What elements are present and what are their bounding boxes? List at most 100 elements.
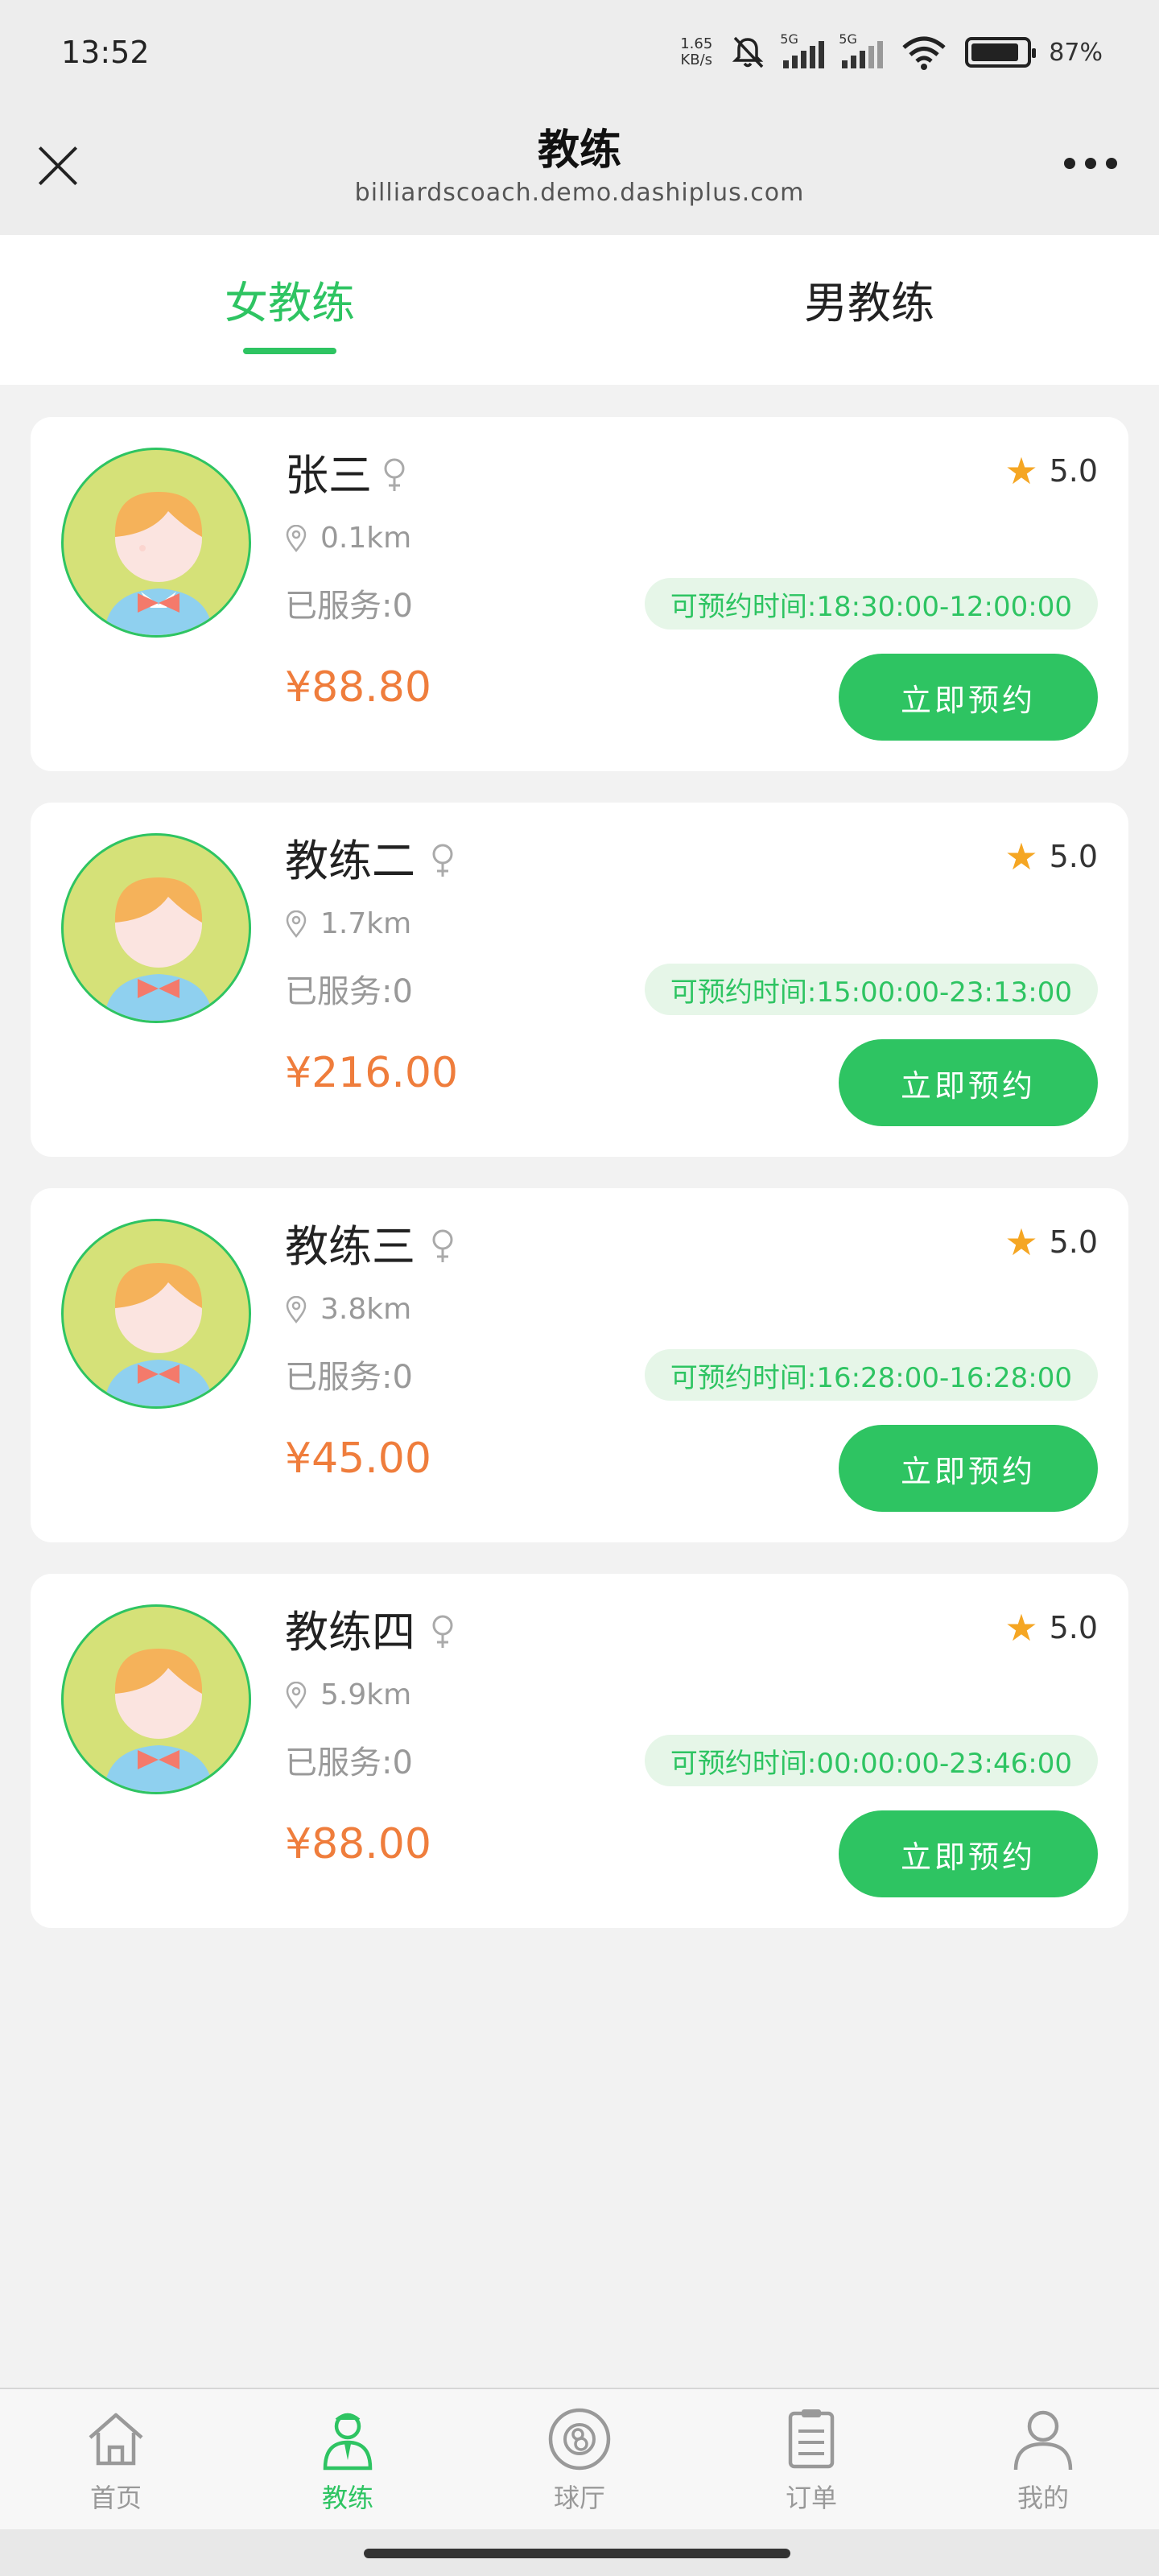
status-time: 13:52 bbox=[61, 35, 150, 70]
rating: ★ 5.0 bbox=[1004, 452, 1098, 489]
available-time-badge: 可预约时间:18:30:00-12:00:00 bbox=[644, 578, 1098, 630]
coach-card[interactable]: 教练四 ★ 5.0 5.9km 已服务:0 可预约时间:00:00:00-23:… bbox=[31, 1574, 1128, 1928]
coach-icon bbox=[323, 2413, 373, 2471]
profile-icon bbox=[1013, 2410, 1073, 2471]
page-url: billiardscoach.demo.dashiplus.com bbox=[354, 179, 805, 207]
served-count: 已服务:0 bbox=[285, 588, 413, 625]
rating: ★ 5.0 bbox=[1004, 838, 1098, 875]
home-indicator[interactable] bbox=[364, 2549, 790, 2558]
nav-label-home: 首页 bbox=[89, 2483, 142, 2513]
coach-name: 张三 bbox=[285, 450, 372, 501]
avatar-illustration-icon bbox=[104, 877, 213, 1021]
network-speed-value: 1.65 bbox=[680, 35, 713, 52]
wifi-icon bbox=[902, 36, 946, 70]
page-title: 教练 bbox=[537, 126, 621, 175]
nav-header: 教练 billiardscoach.demo.dashiplus.com bbox=[0, 105, 1159, 235]
distance: 3.8km bbox=[285, 1293, 411, 1326]
avatar-illustration-icon bbox=[104, 492, 213, 635]
active-tab-indicator bbox=[243, 348, 336, 354]
coach-card[interactable]: 张三 ★ 5.0 0.1km 已服务:0 可预约时间:18:30:00-12:0… bbox=[31, 417, 1128, 771]
coach-card[interactable]: 教练二 ★ 5.0 1.7km 已服务:0 可预约时间:15:00:00-23:… bbox=[31, 803, 1128, 1157]
gender-tabs: 女教练 男教练 bbox=[0, 235, 1159, 385]
tab-male-coaches[interactable]: 男教练 bbox=[580, 235, 1159, 385]
distance-value: 0.1km bbox=[320, 522, 412, 555]
avatar-illustration-icon bbox=[104, 1649, 213, 1792]
coach-name: 教练三 bbox=[285, 1221, 415, 1272]
location-pin-icon bbox=[286, 524, 307, 552]
avatar bbox=[61, 1604, 251, 1794]
avatar bbox=[61, 1219, 251, 1409]
female-icon bbox=[432, 844, 453, 877]
rating-value: 5.0 bbox=[1049, 839, 1098, 874]
female-icon bbox=[384, 458, 405, 491]
battery-percent-value: 87 bbox=[1049, 38, 1080, 67]
avatar bbox=[61, 833, 251, 1023]
more-options-button[interactable] bbox=[1064, 158, 1117, 169]
billiard-ball-icon bbox=[548, 2408, 611, 2471]
rating-value: 5.0 bbox=[1049, 1610, 1098, 1645]
book-now-button[interactable]: 立即预约 bbox=[839, 1810, 1098, 1897]
distance: 0.1km bbox=[285, 522, 411, 555]
distance: 5.9km bbox=[285, 1678, 411, 1711]
distance-value: 1.7km bbox=[320, 907, 412, 940]
served-count: 已服务:0 bbox=[285, 1744, 413, 1781]
tab-female-label: 女教练 bbox=[225, 278, 355, 328]
signal-2-label: 5G bbox=[839, 31, 857, 47]
rating-value: 5.0 bbox=[1049, 1224, 1098, 1260]
mute-bell-icon bbox=[732, 36, 764, 68]
distance: 1.7km bbox=[285, 907, 411, 940]
star-icon: ★ bbox=[1004, 835, 1038, 878]
price: ¥216.00 bbox=[285, 1049, 459, 1097]
book-now-button[interactable]: 立即预约 bbox=[839, 654, 1098, 741]
home-icon bbox=[89, 2413, 143, 2466]
signal-1-label: 5G bbox=[780, 31, 798, 47]
price: ¥45.00 bbox=[285, 1435, 431, 1483]
nav-item-mine[interactable]: 我的 bbox=[927, 2389, 1159, 2529]
status-icons: 1.65 KB/s 5G 5G 87% bbox=[680, 31, 1103, 70]
tab-male-label: 男教练 bbox=[804, 278, 934, 328]
served-count: 已服务:0 bbox=[285, 1359, 413, 1396]
nav-item-orders[interactable]: 订单 bbox=[695, 2389, 927, 2529]
price: ¥88.80 bbox=[285, 663, 431, 712]
star-icon: ★ bbox=[1004, 1220, 1038, 1264]
battery-icon bbox=[965, 37, 1037, 68]
nav-item-coach[interactable]: 教练 bbox=[232, 2389, 464, 2529]
book-now-button[interactable]: 立即预约 bbox=[839, 1039, 1098, 1126]
distance-value: 5.9km bbox=[320, 1678, 412, 1711]
star-icon: ★ bbox=[1004, 449, 1038, 493]
available-time-badge: 可预约时间:00:00:00-23:46:00 bbox=[644, 1735, 1098, 1786]
rating: ★ 5.0 bbox=[1004, 1224, 1098, 1261]
coach-card[interactable]: 教练三 ★ 5.0 3.8km 已服务:0 可预约时间:16:28:00-16:… bbox=[31, 1188, 1128, 1542]
bottom-nav: 首页 教练 球厅 订单 我的 bbox=[0, 2388, 1159, 2529]
avatar-illustration-icon bbox=[104, 1263, 213, 1406]
location-pin-icon bbox=[286, 910, 307, 938]
location-pin-icon bbox=[286, 1681, 307, 1709]
signal-5g-2-icon: 5G bbox=[839, 31, 884, 68]
available-time-badge: 可预约时间:15:00:00-23:13:00 bbox=[644, 964, 1098, 1015]
nav-label-coach: 教练 bbox=[321, 2483, 373, 2513]
rating: ★ 5.0 bbox=[1004, 1609, 1098, 1646]
network-speed: 1.65 KB/s bbox=[680, 36, 712, 68]
battery-percent: 87% bbox=[1049, 38, 1103, 67]
nav-item-hall[interactable]: 球厅 bbox=[464, 2389, 695, 2529]
tab-female-coaches[interactable]: 女教练 bbox=[0, 235, 580, 385]
female-icon bbox=[432, 1615, 453, 1648]
nav-item-home[interactable]: 首页 bbox=[0, 2389, 232, 2529]
coach-name: 教练四 bbox=[285, 1607, 415, 1657]
nav-label-mine: 我的 bbox=[1017, 2483, 1069, 2513]
distance-value: 3.8km bbox=[320, 1293, 412, 1326]
served-count: 已服务:0 bbox=[285, 973, 413, 1010]
location-pin-icon bbox=[286, 1295, 307, 1323]
status-bar: 13:52 1.65 KB/s 5G 5G 87% bbox=[0, 0, 1159, 105]
nav-label-hall: 球厅 bbox=[553, 2483, 605, 2513]
order-list-icon bbox=[788, 2409, 835, 2469]
avatar bbox=[61, 448, 251, 638]
coach-list: 张三 ★ 5.0 0.1km 已服务:0 可预约时间:18:30:00-12:0… bbox=[31, 417, 1128, 1959]
female-icon bbox=[432, 1229, 453, 1262]
book-now-button[interactable]: 立即预约 bbox=[839, 1425, 1098, 1512]
signal-5g-1-icon: 5G bbox=[780, 31, 825, 68]
rating-value: 5.0 bbox=[1049, 453, 1098, 489]
coach-name: 教练二 bbox=[285, 836, 415, 886]
price: ¥88.00 bbox=[285, 1820, 431, 1868]
nav-label-orders: 订单 bbox=[785, 2483, 837, 2513]
